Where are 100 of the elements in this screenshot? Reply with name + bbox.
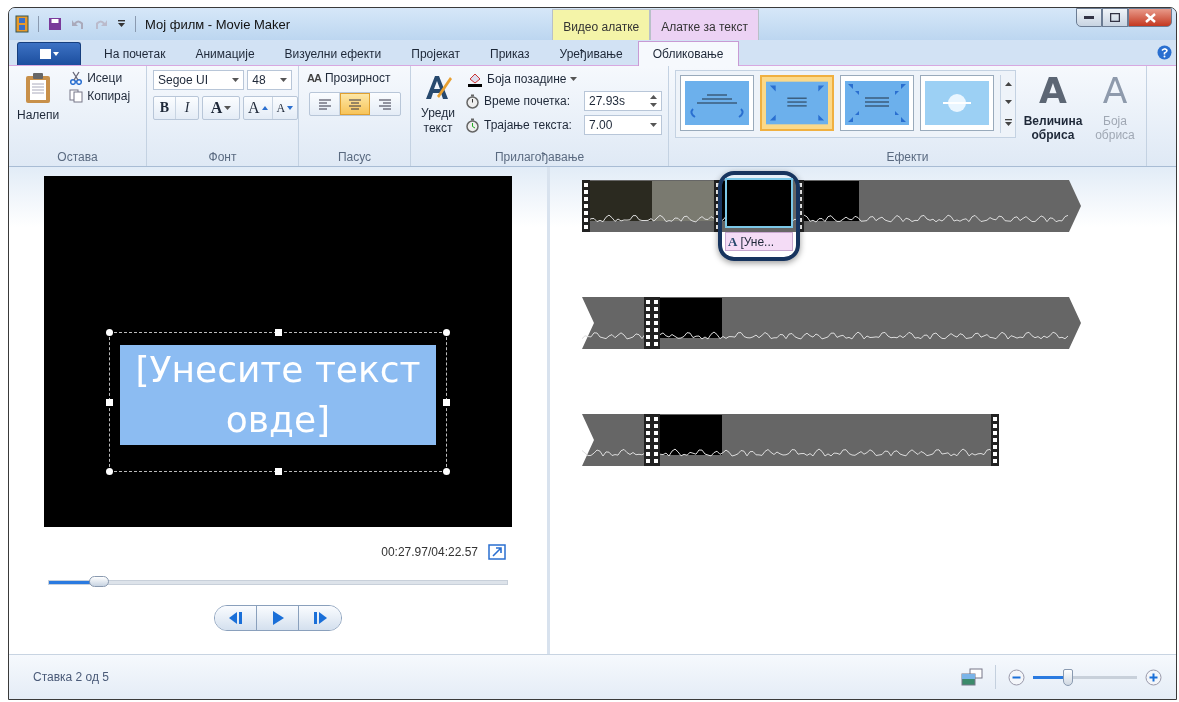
close-icon — [1144, 12, 1156, 23]
stopwatch-icon — [465, 117, 480, 133]
bold-button[interactable]: B — [154, 97, 176, 119]
minimize-button[interactable] — [1076, 8, 1102, 27]
ribbon-tab[interactable]: Обликовање — [637, 41, 739, 66]
context-tab-label: Алатке за текст — [650, 9, 759, 42]
status-text: Ставка 2 од 5 — [33, 670, 110, 684]
copy-icon — [69, 89, 84, 103]
caret-icon — [232, 78, 240, 82]
font-family-dropdown[interactable]: Segoe UI — [153, 70, 245, 90]
previous-frame-button[interactable] — [215, 606, 257, 630]
zoom-effect-icon — [766, 81, 828, 125]
window-title: Мој филм - Movie Maker — [145, 16, 291, 32]
ribbon-tab[interactable]: На почетак — [89, 41, 181, 65]
app-menu-button[interactable] — [17, 42, 81, 65]
start-time-label: Време почетка: — [484, 94, 572, 108]
effect-ripple-thumbnail[interactable] — [840, 75, 914, 131]
next-frame-button[interactable] — [299, 606, 341, 630]
group-title: Фонт — [207, 150, 238, 166]
resize-handle[interactable] — [106, 328, 113, 336]
stopwatch-icon — [465, 93, 480, 109]
paint-bucket-icon — [467, 71, 483, 87]
resize-handle[interactable] — [106, 398, 113, 406]
expand-icon[interactable] — [488, 544, 506, 560]
zoom-out-icon[interactable] — [1008, 668, 1025, 686]
ribbon-tab[interactable]: Приказ — [475, 41, 545, 65]
selected-clip-thumbnail[interactable] — [725, 178, 793, 228]
ribbon-tab[interactable]: Пројекат — [396, 41, 475, 65]
start-time-field[interactable]: 27.93s — [584, 91, 662, 111]
resize-handle[interactable] — [443, 467, 450, 475]
menu-icon — [38, 48, 60, 60]
ribbon-tab[interactable]: Визуелни ефекти — [269, 41, 397, 65]
ripple-effect-icon — [845, 81, 909, 125]
group-title: Пасус — [336, 150, 373, 166]
effect-zoom-thumbnail[interactable] — [760, 75, 834, 131]
zoom-thumb[interactable] — [1063, 668, 1074, 686]
align-right-icon — [378, 98, 392, 110]
caret-icon — [224, 106, 232, 110]
zoom-in-icon[interactable] — [1145, 668, 1162, 686]
resize-handle[interactable] — [275, 467, 282, 475]
burst-effect-icon — [925, 81, 989, 125]
play-button[interactable] — [257, 606, 299, 630]
caption-text: [Унесите текст овде] — [120, 344, 436, 445]
caret-icon — [280, 78, 287, 82]
duration-dropdown[interactable]: 7.00 — [584, 115, 662, 135]
up-arrow-icon — [261, 106, 268, 110]
next-frame-icon — [312, 612, 328, 624]
resize-handle[interactable] — [106, 467, 113, 475]
save-icon[interactable] — [48, 17, 62, 31]
resize-handle[interactable] — [443, 398, 450, 406]
close-button[interactable] — [1128, 8, 1172, 27]
grow-font-button[interactable]: A — [244, 97, 273, 119]
maximize-button[interactable] — [1102, 8, 1128, 27]
playback-time: 00:27.97/04:22.57 — [381, 545, 478, 559]
resize-handle[interactable] — [443, 328, 450, 336]
help-icon[interactable] — [1157, 45, 1172, 60]
italic-button[interactable]: I — [176, 97, 198, 119]
paste-button[interactable]: Налепи — [15, 70, 62, 150]
outline-size-button[interactable]: A Величина обриса — [1022, 70, 1084, 150]
spinner-arrows-icon[interactable] — [650, 95, 657, 107]
context-tab-label: Видео алатке — [552, 9, 651, 42]
caret-icon — [650, 123, 657, 127]
group-title: Ефекти — [885, 150, 930, 166]
arc-effect-icon — [685, 81, 749, 125]
resize-handle[interactable] — [275, 328, 282, 336]
minimize-icon — [1084, 15, 1094, 20]
cut-button[interactable]: Исеци — [67, 70, 133, 86]
shrink-font-button[interactable]: A — [272, 97, 298, 119]
align-center-icon — [348, 98, 362, 110]
zoom-slider[interactable] — [1033, 667, 1137, 687]
ribbon-tab[interactable]: Уређивање — [544, 41, 638, 65]
thumbnail-size-icon[interactable] — [961, 668, 983, 686]
gallery-more-icon[interactable] — [1004, 118, 1012, 126]
font-color-button[interactable]: A — [203, 97, 239, 119]
clipboard-icon — [24, 72, 53, 104]
caret-icon — [570, 77, 578, 81]
caption-clip[interactable]: A [Уне... — [725, 232, 793, 251]
copy-button[interactable]: Копирај — [67, 88, 133, 104]
effect-burst-thumbnail[interactable] — [920, 75, 994, 131]
font-size-dropdown[interactable]: 48 — [247, 70, 292, 90]
dropdown-icon[interactable] — [117, 20, 126, 28]
down-arrow-icon — [287, 106, 294, 110]
group-title: Прилагођавање — [493, 150, 586, 166]
storyboard-strip[interactable] — [582, 297, 1081, 349]
transparency-button[interactable]: AA Прозирност — [305, 70, 404, 86]
duration-label: Трајање текста: — [484, 118, 573, 132]
background-color-button[interactable]: Боја позадине — [465, 70, 662, 88]
effect-arc-thumbnail[interactable] — [680, 75, 754, 131]
align-center-button[interactable] — [340, 93, 370, 115]
seek-thumb[interactable] — [89, 576, 110, 587]
ribbon-tab[interactable]: Анимације — [180, 41, 270, 65]
gallery-scroll-down-icon[interactable] — [1004, 100, 1012, 105]
edit-text-button[interactable]: Уреди текст — [417, 70, 459, 150]
align-left-icon — [317, 98, 332, 110]
play-icon — [271, 611, 284, 625]
gallery-scroll-up-icon[interactable] — [1004, 82, 1012, 87]
scissors-icon — [69, 71, 84, 85]
previous-frame-icon — [227, 612, 244, 624]
group-title: Остава — [56, 150, 99, 166]
maximize-icon — [1110, 13, 1120, 22]
